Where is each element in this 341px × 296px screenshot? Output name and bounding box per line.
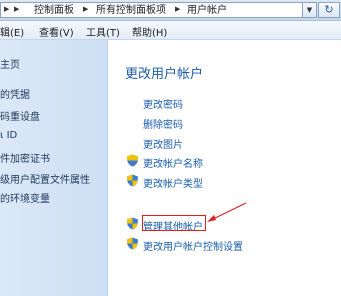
sidebar: 主页 的凭据 码重设盘 ι ID 件加密证书 级用户配置文件属性 的环境变量 (0, 40, 108, 296)
breadcrumb-all-items[interactable]: 所有控制面板项 (96, 4, 166, 17)
address-bar: ▶ ▶ 控制面板 ▶ 所有控制面板项 ▶ 用户帐户 ▼ ↻ (0, 0, 341, 21)
chevron-right-icon[interactable]: ▶ (14, 5, 19, 13)
chevron-right-icon[interactable]: ▶ (4, 5, 9, 13)
sidebar-item-reset-disk[interactable]: 码重设盘 (0, 108, 40, 123)
refresh-icon: ↻ (324, 3, 334, 16)
sidebar-item-home[interactable]: 主页 (0, 56, 20, 71)
address-box[interactable]: ▶ ▶ 控制面板 ▶ 所有控制面板项 ▶ 用户帐户 (0, 2, 303, 18)
breadcrumb-control-panel[interactable]: 控制面板 (34, 4, 74, 17)
menu-bar: 辑(E) 查看(V) 工具(T) 帮助(H) (0, 21, 341, 40)
menu-help[interactable]: 帮助(H) (132, 24, 167, 39)
chevron-down-icon: ▼ (306, 6, 313, 14)
main-panel: 更改用户帐户 更改密码 删除密码 更改图片 更改帐户名称 更改帐户类型 管理其他… (108, 40, 341, 296)
sidebar-item-encryption-cert[interactable]: 件加密证书 (0, 150, 50, 165)
menu-view[interactable]: 查看(V) (39, 24, 74, 39)
address-dropdown-button[interactable]: ▼ (303, 2, 317, 18)
sidebar-item-id[interactable]: ι ID (0, 130, 17, 141)
sidebar-item-credentials[interactable]: 的凭据 (0, 86, 30, 101)
refresh-button[interactable]: ↻ (318, 2, 340, 18)
sidebar-item-profile-properties[interactable]: 级用户配置文件属性 (0, 171, 90, 186)
breadcrumb-user-accounts[interactable]: 用户帐户 (187, 4, 227, 17)
menu-edit[interactable]: 辑(E) (0, 24, 24, 39)
chevron-right-icon[interactable]: ▶ (83, 5, 88, 13)
sidebar-item-env-vars[interactable]: 的环境变量 (0, 190, 50, 205)
chevron-right-icon[interactable]: ▶ (175, 5, 180, 13)
menu-tools[interactable]: 工具(T) (86, 24, 120, 39)
red-arrow-annotation (207, 202, 247, 222)
